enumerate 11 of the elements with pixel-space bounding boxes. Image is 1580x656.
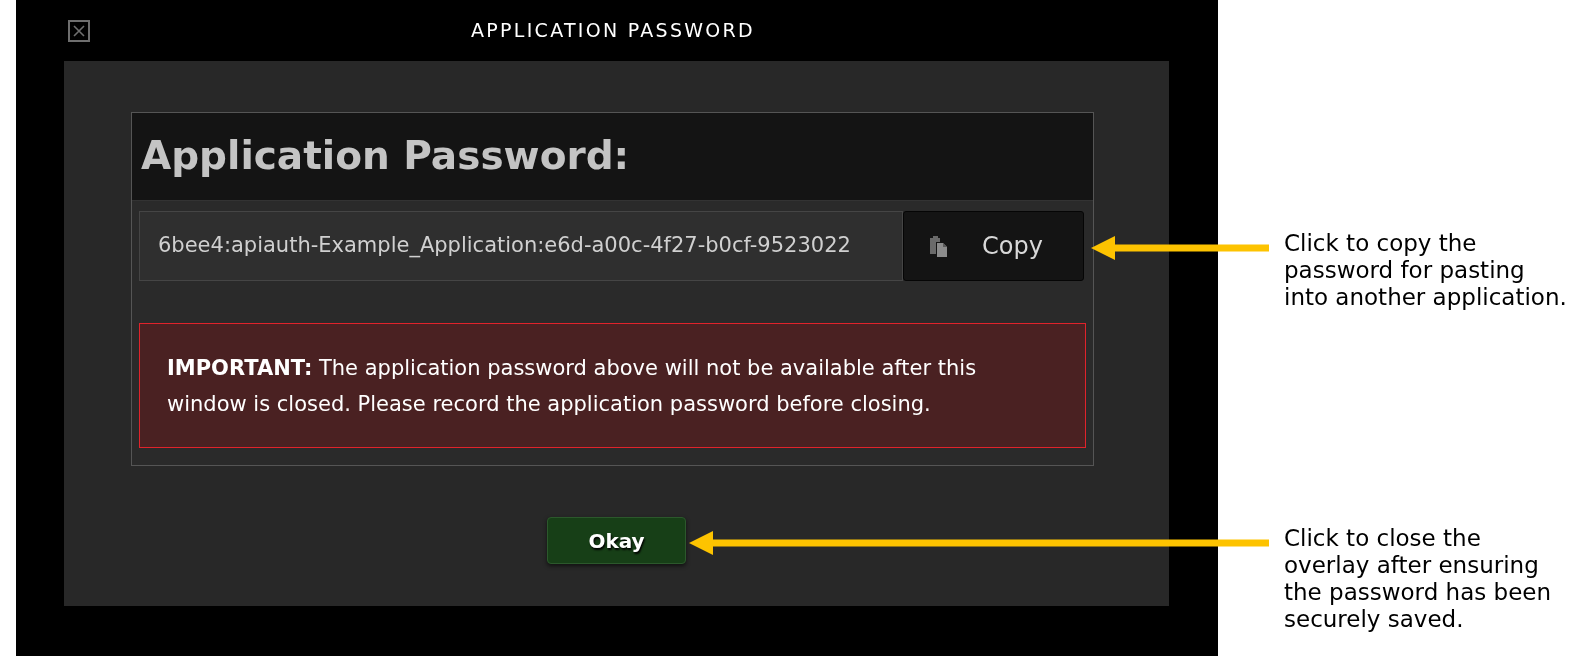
clipboard-icon	[928, 234, 948, 258]
okay-button[interactable]: Okay	[547, 517, 686, 564]
window-title: APPLICATION PASSWORD	[471, 18, 755, 44]
annotation-text: Click to close the overlay after ensuring the password has been securely saved.	[1284, 525, 1551, 633]
warning-text: IMPORTANT: The application password above will not be available after this window is closed. Please record the application password before closing.	[167, 354, 978, 418]
password-field[interactable]: 6bee4:apiauth-Example_Application:e6d-a00c-4f27-b0cf-9523022	[139, 211, 903, 281]
close-icon[interactable]	[68, 20, 90, 42]
copy-button[interactable]: Copy	[903, 211, 1084, 281]
card-heading: Application Password:	[141, 132, 630, 181]
password-value: 6bee4:apiauth-Example_Application:e6d-a00c-4f27-b0cf-9523022	[158, 232, 851, 260]
annotation-text: Click to copy the password for pasting into another application.	[1284, 230, 1567, 311]
